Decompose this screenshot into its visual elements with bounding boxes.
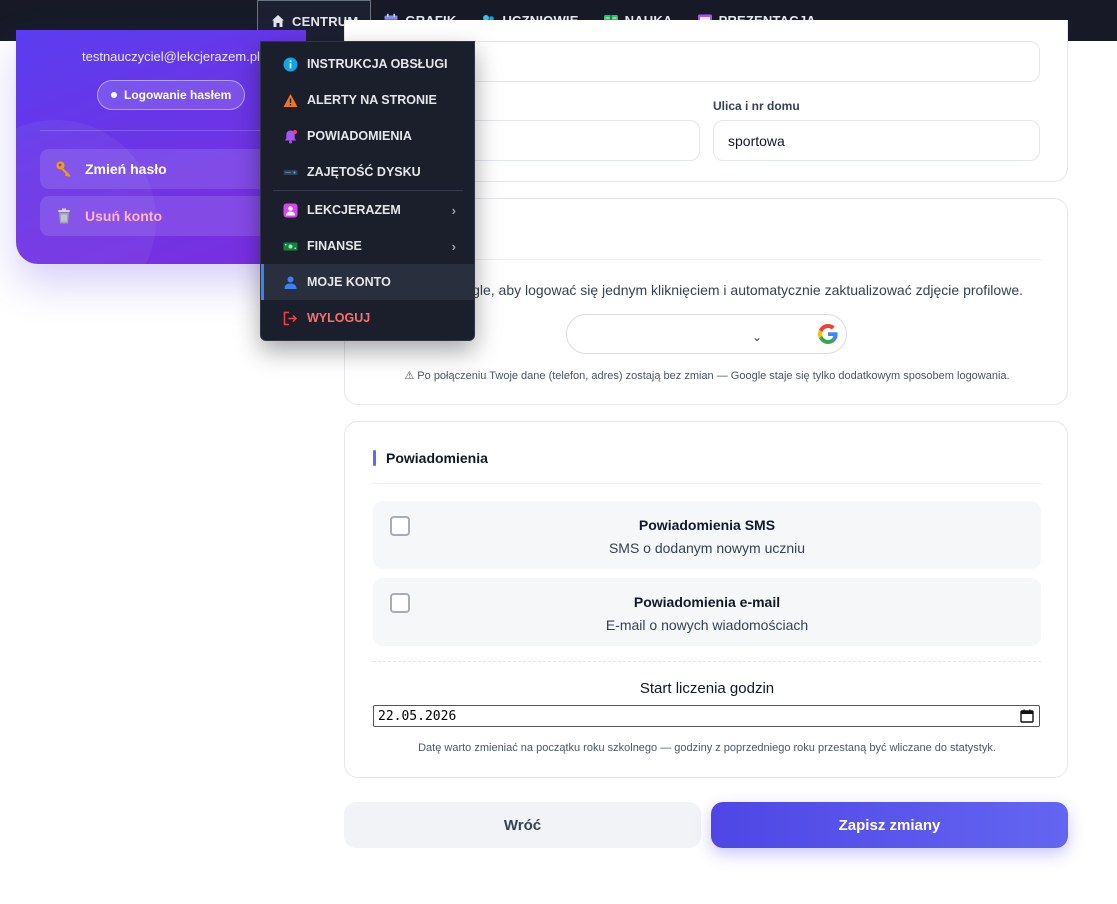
menu-item-label: POWIADOMIENIA <box>307 129 412 143</box>
trash-icon <box>58 208 70 224</box>
menu-item-label: FINANSE <box>307 239 362 253</box>
menu-item-label: LEKCJERAZEM <box>307 203 401 217</box>
google-note: ⚠ Po połączeniu Twoje dane (telefon, adr… <box>404 370 1010 382</box>
user-email: testnauczyciel@lekcjerazem.pl <box>82 49 260 64</box>
menu-item-label: MOJE KONTO <box>307 275 391 289</box>
home-icon <box>272 15 284 27</box>
menu-item-lekcjerazem[interactable]: LEKCJERAZEM › <box>261 192 474 228</box>
back-button[interactable]: Wróć <box>344 802 701 848</box>
google-signin-button[interactable]: ⌄ <box>566 314 847 354</box>
menu-item-label: ZAJĘTOŚĆ DYSKU <box>307 165 421 179</box>
start-date-input[interactable]: 22.05.2026 <box>373 705 1040 727</box>
info-icon <box>283 57 298 71</box>
disk-icon <box>283 169 298 175</box>
menu-item-instructions[interactable]: INSTRUKCJA OBSŁUGI <box>261 46 474 82</box>
start-hours-label: Start liczenia godzin <box>639 680 775 697</box>
dot-icon <box>111 92 117 98</box>
login-method-label: Logowanie hasłem <box>124 88 232 102</box>
accent-bar <box>373 450 376 466</box>
start-date-value: 22.05.2026 <box>378 708 457 724</box>
change-password-label: Zmień hasło <box>85 161 167 177</box>
save-button[interactable]: Zapisz zmiany <box>711 802 1068 848</box>
menu-item-alerts[interactable]: ALERTY NA STRONIE <box>261 82 474 118</box>
bell-icon <box>284 129 297 143</box>
street-input[interactable]: sportowa <box>713 120 1040 161</box>
email-description: E-mail o nowych wiadomościach <box>605 617 809 633</box>
money-icon <box>283 242 298 250</box>
card-divider <box>40 130 290 131</box>
warning-icon <box>283 93 298 107</box>
logout-icon <box>283 311 298 325</box>
start-date-note: Datę warto zmieniać na początku roku szk… <box>418 742 996 754</box>
key-icon <box>56 161 71 177</box>
menu-item-my-account[interactable]: MOJE KONTO <box>261 264 474 300</box>
menu-separator <box>273 190 463 191</box>
menu-item-label: INSTRUKCJA OBSŁUGI <box>307 57 448 71</box>
chevron-right-icon: › <box>451 202 456 218</box>
email-notification-option[interactable]: Powiadomienia e-mail E-mail o nowych wia… <box>373 578 1041 646</box>
menu-item-logout[interactable]: WYLOGUJ <box>261 300 474 336</box>
google-icon <box>818 324 838 344</box>
sms-title: Powiadomienia SMS <box>638 517 776 533</box>
calendar-picker-icon[interactable] <box>1020 709 1034 723</box>
dashed-divider <box>373 661 1041 662</box>
delete-account-button[interactable]: Usuń konto <box>40 196 290 236</box>
decorative-circle <box>16 120 156 264</box>
sms-notification-option[interactable]: Powiadomienia SMS SMS o dodanym nowym uc… <box>373 501 1041 569</box>
chevron-right-icon: › <box>451 238 456 254</box>
centrum-dropdown-menu: INSTRUKCJA OBSŁUGI ALERTY NA STRONIE POW… <box>260 41 475 341</box>
app-icon <box>283 203 298 217</box>
divider <box>373 483 1041 484</box>
street-label: Ulica i nr domu <box>713 99 800 113</box>
user-icon <box>284 276 297 289</box>
menu-item-label: ALERTY NA STRONIE <box>307 93 437 107</box>
section-title: Powiadomienia <box>373 450 488 466</box>
notifications-title: Powiadomienia <box>386 450 488 466</box>
menu-item-notifications[interactable]: POWIADOMIENIA <box>261 118 474 154</box>
notifications-card: Powiadomienia Powiadomienia SMS SMS o do… <box>344 421 1068 778</box>
delete-account-label: Usuń konto <box>85 208 162 224</box>
email-title: Powiadomienia e-mail <box>633 594 781 610</box>
menu-item-label: WYLOGUJ <box>307 311 371 325</box>
chevron-down-icon: ⌄ <box>752 330 763 344</box>
menu-item-disk-usage[interactable]: ZAJĘTOŚĆ DYSKU <box>261 154 474 190</box>
change-password-button[interactable]: Zmień hasło <box>40 149 290 189</box>
menu-item-finances[interactable]: FINANSE › <box>261 228 474 264</box>
login-method-badge: Logowanie hasłem <box>97 80 246 110</box>
sms-description: SMS o dodanym nowym uczniu <box>608 540 806 556</box>
